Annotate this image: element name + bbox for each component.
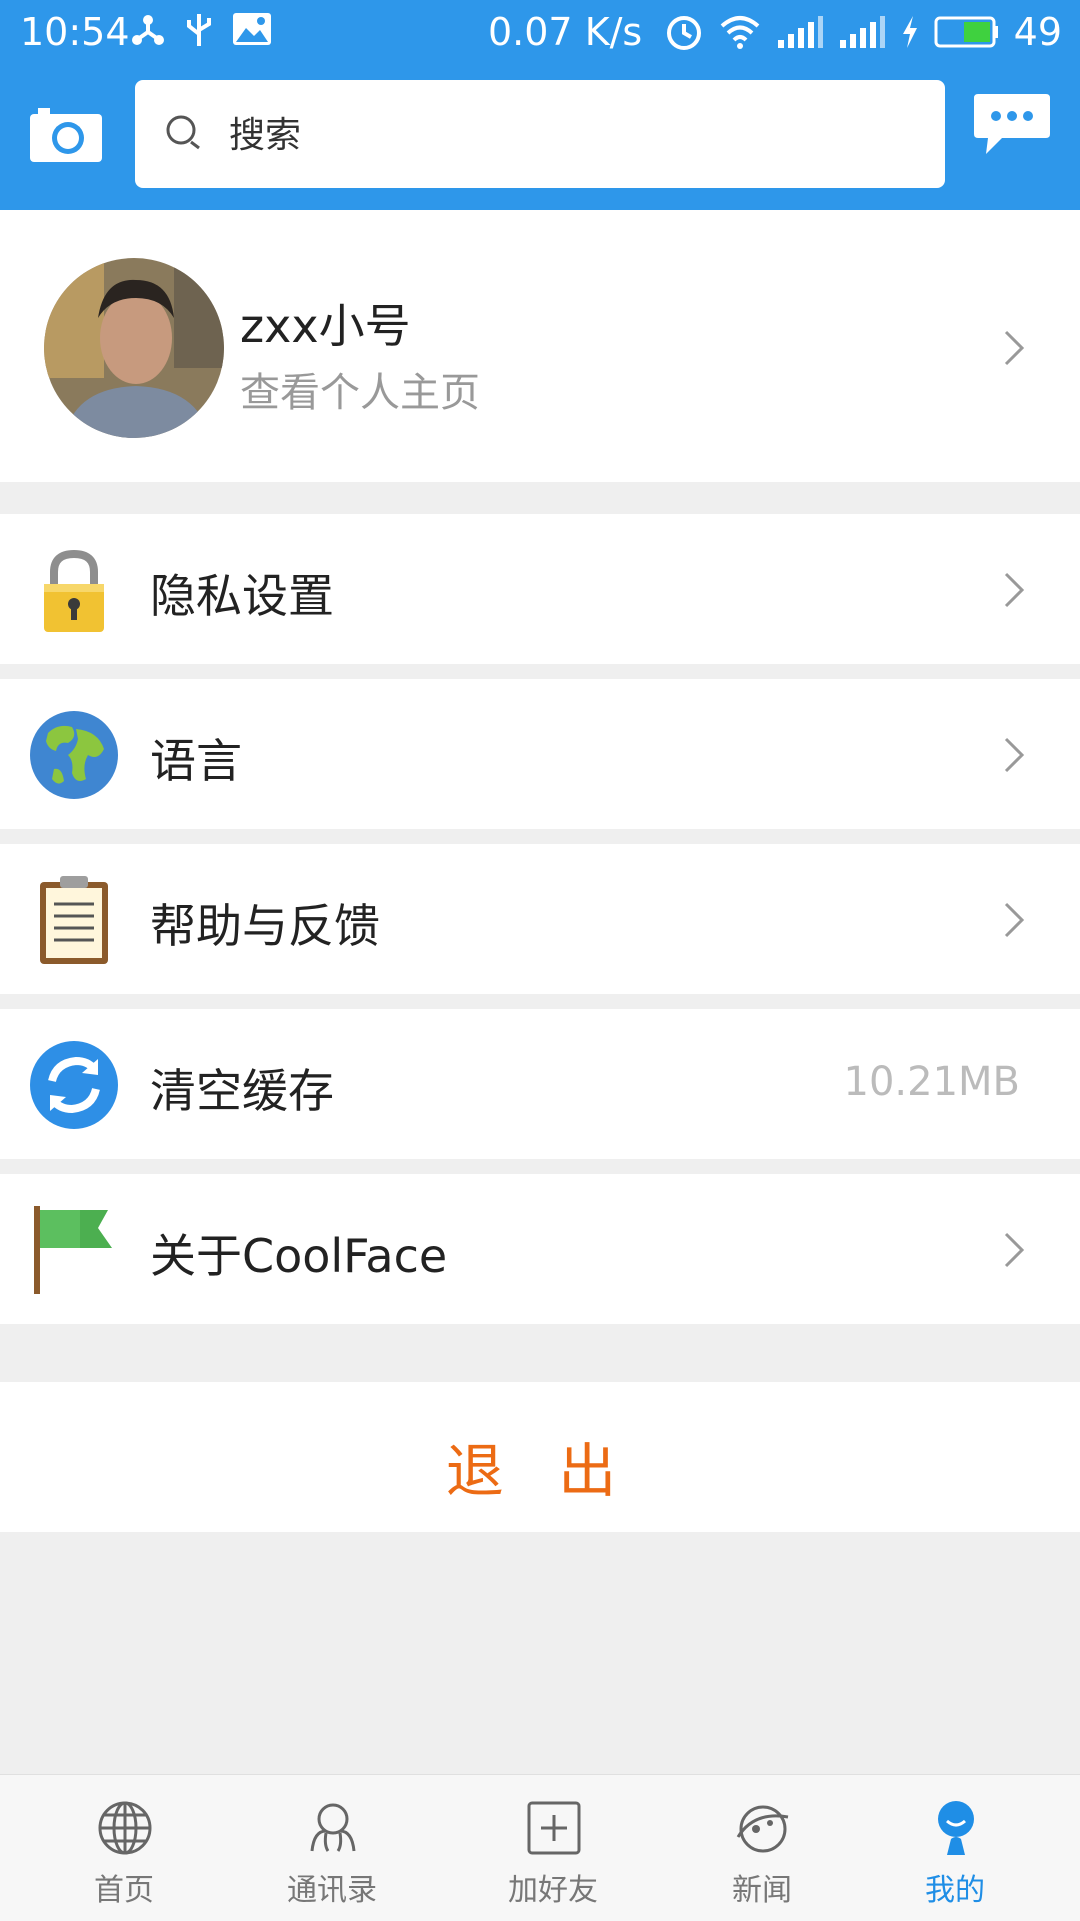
usb-icon	[187, 14, 211, 46]
chevron-right-icon	[1004, 572, 1025, 608]
tab-add-friend[interactable]: 加好友	[463, 1775, 643, 1921]
tab-contacts[interactable]: 通讯录	[242, 1775, 422, 1921]
tab-label: 加好友	[508, 1873, 598, 1908]
contacts-icon	[310, 1803, 356, 1852]
bottom-tab-bar: 首页 通讯录 加好友 新闻 我的	[0, 1774, 1080, 1921]
signal-icon	[839, 16, 885, 48]
chevron-right-icon	[1004, 902, 1025, 938]
cache-size: 10.21MB	[843, 1059, 1020, 1105]
add-friend-icon	[527, 1801, 581, 1855]
globe-icon	[30, 711, 118, 799]
message-button[interactable]	[972, 90, 1052, 160]
chat-bubble-icon	[974, 94, 1050, 154]
chevron-right-icon	[1004, 330, 1025, 366]
profile-card[interactable]: zxx小号 查看个人主页	[0, 210, 1080, 482]
app-bar: 搜索	[0, 66, 1080, 210]
menu-item-about[interactable]: 关于CoolFace	[0, 1174, 1080, 1324]
menu-item-label: 关于CoolFace	[150, 1229, 448, 1283]
globe-tab-icon	[98, 1801, 152, 1855]
logout-label: 退 出	[445, 1437, 635, 1505]
tab-label: 首页	[94, 1873, 154, 1908]
profile-name: zxx小号	[240, 299, 411, 353]
status-right: 49	[664, 10, 1062, 54]
menu-item-language[interactable]: 语言	[0, 679, 1080, 829]
wifi-icon	[720, 16, 759, 49]
menu-item-help-feedback[interactable]: 帮助与反馈	[0, 844, 1080, 994]
news-icon	[736, 1805, 789, 1853]
alarm-icon	[666, 16, 701, 50]
search-icon	[166, 115, 200, 150]
status-time: 10:54	[20, 10, 130, 54]
search-input[interactable]: 搜索	[135, 80, 945, 188]
notification-icons	[130, 12, 272, 48]
image-icon	[233, 13, 271, 45]
tab-me[interactable]: 我的	[865, 1775, 1045, 1921]
tab-label: 通讯录	[287, 1873, 377, 1908]
battery-level: 49	[1013, 10, 1062, 54]
tab-home[interactable]: 首页	[34, 1775, 214, 1921]
clipboard-icon	[40, 876, 108, 964]
search-placeholder: 搜索	[229, 115, 302, 156]
share-icon	[132, 15, 164, 45]
menu-item-label: 帮助与反馈	[150, 899, 380, 953]
status-bar: 10:54 0.07 K/s 49	[0, 0, 1080, 66]
logout-button[interactable]: 退 出	[0, 1382, 1080, 1532]
menu-item-clear-cache[interactable]: 清空缓存 10.21MB	[0, 1009, 1080, 1159]
tab-label: 新闻	[732, 1873, 792, 1908]
flag-icon	[34, 1206, 112, 1294]
lock-icon	[44, 549, 104, 632]
camera-button[interactable]	[28, 102, 104, 164]
camera-icon	[30, 108, 102, 162]
battery-icon	[934, 16, 998, 48]
me-icon	[938, 1801, 974, 1855]
menu-item-label: 清空缓存	[150, 1064, 334, 1118]
menu-item-label: 语言	[150, 734, 242, 788]
network-speed: 0.07 K/s	[488, 10, 643, 54]
menu-item-privacy[interactable]: 隐私设置	[0, 514, 1080, 664]
chevron-right-icon	[1004, 1232, 1025, 1268]
refresh-icon	[30, 1041, 118, 1129]
avatar[interactable]	[44, 258, 224, 438]
menu-item-label: 隐私设置	[150, 569, 334, 623]
signal-4g-icon	[777, 16, 823, 48]
profile-subtitle: 查看个人主页	[240, 370, 480, 416]
chevron-right-icon	[1004, 737, 1025, 773]
avatar-image	[44, 258, 224, 438]
tab-news[interactable]: 新闻	[672, 1775, 852, 1921]
tab-label: 我的	[925, 1873, 985, 1908]
charging-icon	[902, 16, 917, 48]
